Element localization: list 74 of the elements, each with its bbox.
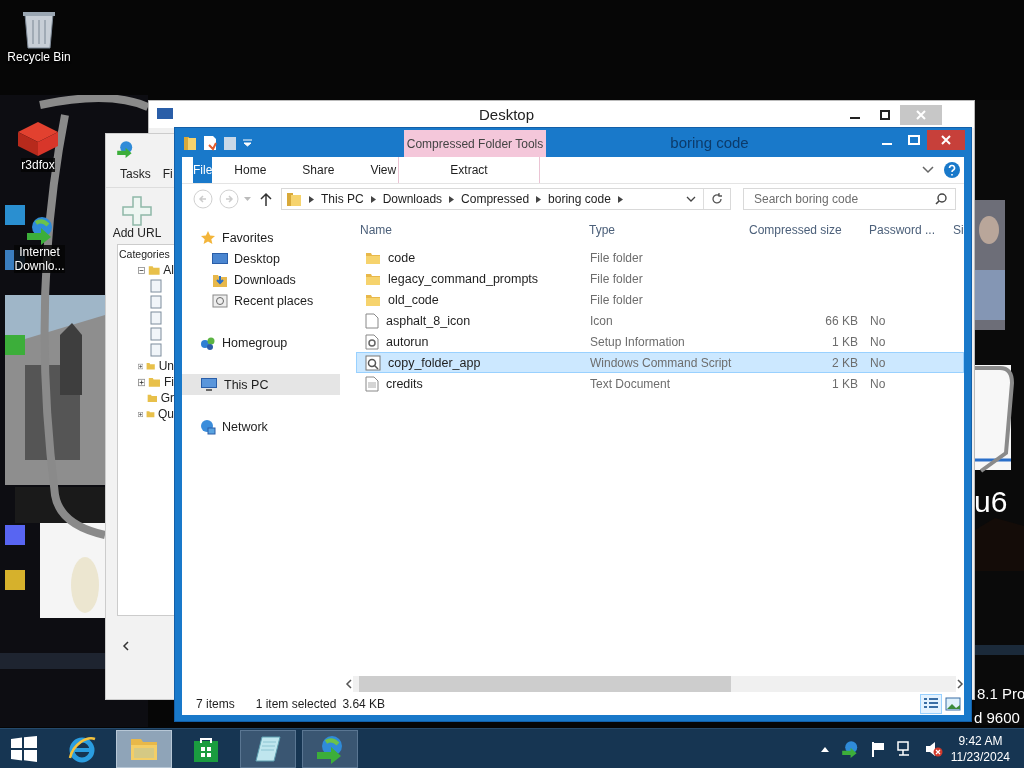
column-header[interactable]: Password ...	[865, 222, 949, 237]
breadcrumb-item[interactable]: Downloads	[382, 192, 443, 206]
category-item[interactable]: Al	[163, 263, 174, 277]
file-name: credits	[386, 376, 423, 391]
file-row[interactable]: old_code File folder	[356, 289, 964, 310]
breadcrumb-item[interactable]: boring code	[548, 192, 611, 206]
ribbon-tab[interactable]: Extract	[450, 157, 488, 183]
build-text: d 9600	[974, 709, 1020, 726]
desktop-icon-label: Internet Downlo...	[14, 245, 65, 273]
file-row[interactable]: credits Text Document 1 KB No	[356, 373, 964, 394]
nav-item[interactable]: Recent places	[182, 290, 340, 311]
table-cell-text: No	[869, 355, 887, 370]
column-header[interactable]: Compressed size	[745, 222, 865, 237]
breadcrumb-item[interactable]: This PC	[321, 192, 364, 206]
file-name: old_code	[388, 292, 439, 307]
ribbon-tab[interactable]: View	[348, 157, 411, 183]
file-row[interactable]: asphalt_8_icon Icon 66 KB No	[356, 310, 964, 331]
edition-text: 8.1 Pro	[977, 685, 1024, 702]
column-header[interactable]: Type	[585, 222, 745, 237]
table-cell-text: File folder	[589, 271, 644, 286]
nav-item[interactable]: Favorites	[182, 227, 340, 248]
ribbon-tab[interactable]: Home	[212, 157, 281, 183]
menu-item[interactable]: Tasks	[120, 167, 151, 187]
desktop-icon-label: r3dfox	[21, 158, 55, 172]
item-count: 7 items	[196, 697, 235, 711]
table-cell-text: No	[869, 334, 887, 349]
nav-item[interactable]: This PC	[182, 374, 340, 395]
window-title: boring code	[669, 134, 750, 151]
address-bar[interactable]: This PC Downloads Compressed boring code	[281, 188, 731, 210]
selection-size: 3.64 KB	[342, 697, 386, 711]
clock[interactable]: 9:42 AM 11/23/2024	[950, 732, 1010, 765]
table-cell-text: Setup Information	[589, 334, 686, 349]
category-item[interactable]: Un	[158, 359, 174, 373]
nav-item[interactable]: Desktop	[182, 248, 340, 269]
table-cell-text: 1 KB	[831, 376, 859, 391]
table-cell-text: 66 KB	[824, 313, 859, 328]
file-name: autorun	[386, 334, 429, 349]
menu-item[interactable]: Fi	[162, 167, 173, 187]
breadcrumb-item[interactable]: Compressed	[461, 192, 530, 206]
file-row[interactable]: copy_folder_app Windows Command Script 2 KB No	[356, 352, 964, 373]
table-cell-text: Text Document	[589, 376, 672, 391]
category-item[interactable]: Qu	[158, 407, 174, 421]
contextual-tab-label: Compressed Folder Tools	[404, 130, 546, 157]
desktop-icon-label: Recycle Bin	[7, 50, 71, 64]
file-name: copy_folder_app	[388, 355, 481, 370]
add-url-button[interactable]: Add URL	[106, 188, 168, 240]
nav-item[interactable]: Network	[182, 416, 340, 437]
file-row[interactable]: legacy_command_prompts File folder	[356, 268, 964, 289]
column-header[interactable]: Name	[356, 222, 585, 237]
column-header[interactable]: Si	[949, 222, 964, 237]
table-cell-text: 2 KB	[831, 355, 859, 370]
selection-info: 1 item selected	[255, 697, 337, 711]
file-menu-button[interactable]: File	[193, 157, 213, 183]
panel-title: Categories	[118, 247, 170, 262]
category-item[interactable]: Fi	[164, 375, 174, 389]
category-item[interactable]: Gr	[160, 391, 174, 405]
table-cell-text: Windows Command Script	[589, 355, 733, 370]
table-cell-text: No	[869, 376, 887, 391]
table-cell-text: File folder	[589, 292, 644, 307]
window-title: Desktop	[478, 106, 535, 123]
table-cell-text: No	[869, 313, 887, 328]
file-row[interactable]: autorun Setup Information 1 KB No	[356, 331, 964, 352]
file-row[interactable]: code File folder	[356, 247, 964, 268]
table-cell-text: 1 KB	[831, 334, 859, 349]
table-cell-text: File folder	[589, 250, 644, 265]
file-name: code	[388, 250, 416, 265]
file-name: legacy_command_prompts	[388, 271, 539, 286]
ribbon-tab[interactable]: Share	[280, 157, 349, 183]
nav-item[interactable]: Downloads	[182, 269, 340, 290]
file-name: asphalt_8_icon	[386, 313, 471, 328]
table-cell-text: Icon	[589, 313, 614, 328]
search-box[interactable]: Search boring code	[743, 188, 956, 210]
nav-item[interactable]: Homegroup	[182, 332, 340, 353]
handwriting: u6	[974, 485, 1008, 519]
